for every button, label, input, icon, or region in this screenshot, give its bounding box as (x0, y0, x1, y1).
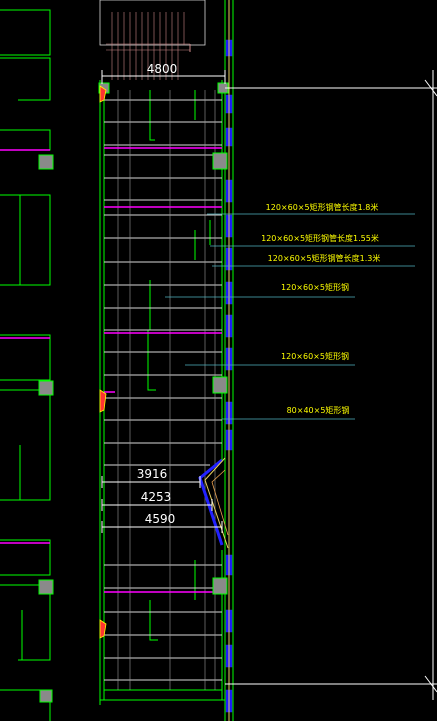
annotation-5: 120×60×5矩形钢 (281, 351, 349, 361)
red-yellow-markers (99, 85, 107, 639)
top-dimension: 4800 (101, 62, 226, 84)
dimension-4800: 4800 (147, 62, 178, 76)
corridor-walls (99, 0, 234, 721)
beams (104, 99, 222, 681)
beam-verticals (117, 90, 216, 690)
left-building-outline (0, 9, 51, 721)
annotation-leaders (165, 213, 415, 420)
right-elevation-line (225, 70, 437, 700)
cad-drawing-canvas: 4800 3916 4253 4590 120×60×5矩形钢管长度1.8米 1… (0, 0, 437, 721)
annotation-1: 120×60×5矩形钢管长度1.8米 (266, 202, 379, 212)
diagonal-bay (198, 457, 229, 549)
left-columns (38, 154, 54, 703)
annotation-4: 120×60×5矩形钢 (281, 282, 349, 292)
dimension-4253: 4253 (141, 490, 172, 504)
dimension-4590: 4590 (145, 512, 176, 526)
annotation-6: 80×40×5矩形钢 (287, 405, 350, 415)
annotation-3: 120×60×5矩形钢管长度1.3米 (268, 253, 381, 263)
annotation-2: 120×60×5矩形钢管长度1.55米 (261, 233, 379, 243)
left-magenta-lines (0, 149, 50, 544)
dimension-3916: 3916 (137, 467, 168, 481)
